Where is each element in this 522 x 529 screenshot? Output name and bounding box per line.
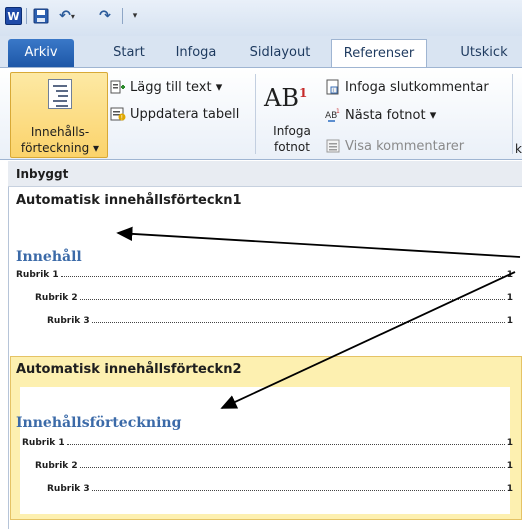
toc-preview-row: Rubrik 11 (16, 270, 513, 280)
insert-endnote-label: Infoga slutkommentar (345, 79, 489, 95)
next-footnote-button[interactable]: AB 1 Nästa fotnot ▾ (325, 105, 436, 125)
gallery-section-header: Inbyggt (8, 161, 522, 187)
update-table-label: Uppdatera tabell (130, 106, 240, 122)
toolbar-separator (122, 8, 123, 24)
tab-page-layout[interactable]: Sidlayout (240, 39, 320, 68)
next-footnote-label: Nästa fotnot ▾ (345, 107, 437, 123)
toc-preview-row: Rubrik 21 (35, 293, 513, 303)
gallery-item-title[interactable]: Automatisk innehållsförteckn2 (16, 362, 242, 377)
ribbon-tab-bar: Arkiv Start Infoga Sidlayout Referenser … (0, 36, 522, 68)
svg-text:i: i (333, 88, 334, 94)
truncated-group-label: k (515, 142, 522, 156)
toc-preview-heading: Innehåll (16, 249, 82, 265)
tab-start[interactable]: Start (104, 39, 154, 68)
tab-references[interactable]: Referenser (331, 39, 427, 68)
add-text-label: Lägg till text ▾ (130, 79, 223, 95)
toc-button-label-dropdown: förteckning ▾ (20, 141, 100, 155)
insert-endnote-button[interactable]: i Infoga slutkommentar (325, 77, 489, 97)
toc-preview-row: Rubrik 11 (22, 438, 513, 448)
word-app-icon[interactable]: W (5, 7, 22, 25)
tab-mailings[interactable]: Utskick (450, 39, 518, 68)
insert-footnote-label-line2[interactable]: fotnot (262, 140, 322, 154)
svg-text:!: ! (121, 115, 123, 122)
gallery-item-title[interactable]: Automatisk innehållsförteckn1 (16, 193, 242, 208)
show-notes-button[interactable]: Visa kommentarer (325, 136, 464, 156)
toc-button-label: Innehålls- (30, 125, 90, 139)
update-table-button[interactable]: ! Uppdatera tabell (110, 104, 239, 124)
toc-preview-row: Rubrik 31 (47, 484, 513, 494)
gallery-item-preview (20, 387, 510, 514)
add-text-icon (110, 79, 126, 95)
ribbon-group-separator (512, 74, 513, 154)
customize-toolbar-icon[interactable]: ▾ (128, 7, 142, 25)
show-notes-icon (325, 138, 341, 154)
quick-access-toolbar: W ↶ ▾ ↷ ▾ (0, 0, 522, 36)
toc-document-icon (48, 79, 72, 109)
redo-icon[interactable]: ↷ (94, 7, 116, 25)
insert-endnote-icon: i (325, 79, 341, 95)
undo-icon[interactable]: ↶ ▾ (56, 7, 78, 25)
update-table-icon: ! (110, 106, 126, 122)
ribbon-panel: Innehålls- förteckning ▾ Lägg till text … (0, 67, 522, 160)
insert-footnote-icon[interactable]: AB1 (264, 84, 319, 124)
toc-preview-row: Rubrik 31 (47, 316, 513, 326)
tab-file[interactable]: Arkiv (8, 39, 74, 68)
next-footnote-icon: AB 1 (325, 107, 341, 123)
add-text-button[interactable]: Lägg till text ▾ (110, 77, 222, 97)
insert-footnote-label[interactable]: Infoga (262, 124, 322, 138)
svg-text:1: 1 (336, 108, 340, 115)
toc-preview-row: Rubrik 21 (35, 461, 513, 471)
ribbon-group-separator (255, 74, 256, 154)
toc-button[interactable]: Innehålls- förteckning ▾ (10, 72, 108, 158)
tab-insert[interactable]: Infoga (166, 39, 226, 68)
save-icon[interactable] (32, 7, 49, 25)
undo-dropdown-icon[interactable]: ▾ (71, 12, 75, 21)
show-notes-label: Visa kommentarer (345, 138, 465, 154)
toolbar-separator (26, 8, 27, 24)
toc-preview-heading: Innehållsförteckning (16, 415, 182, 431)
